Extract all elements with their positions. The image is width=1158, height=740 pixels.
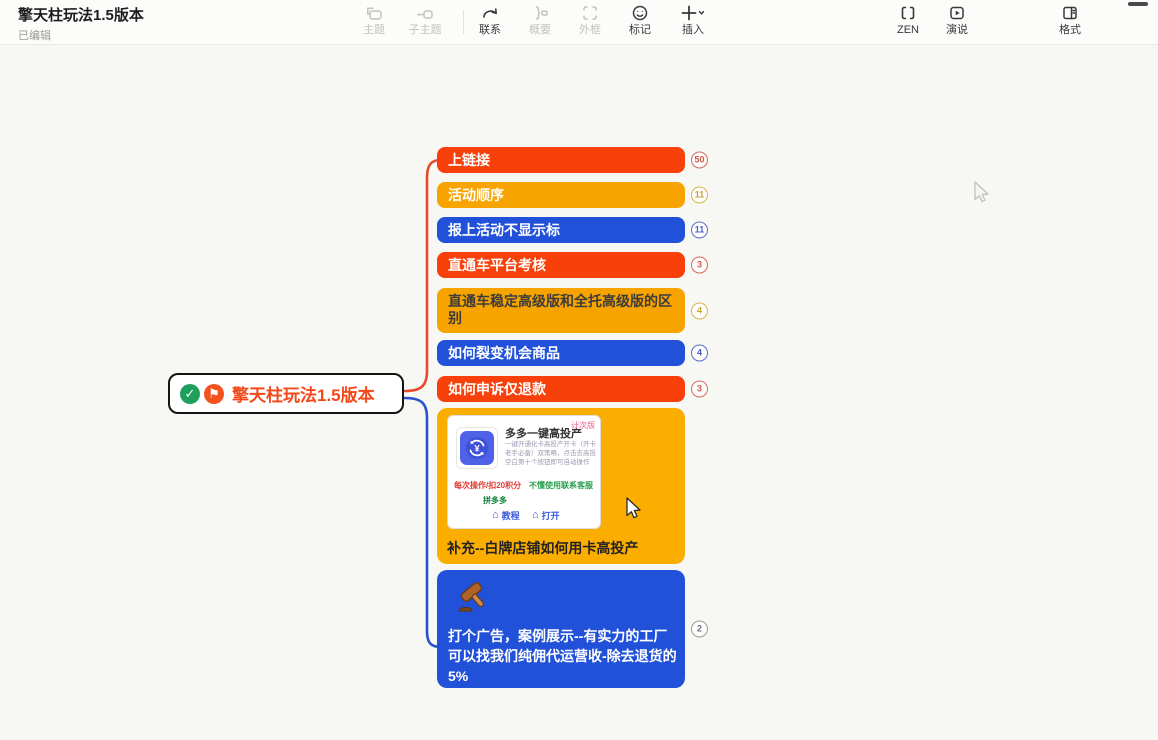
document-info: 擎天柱玩法1.5版本 已编辑	[18, 4, 144, 43]
theme-icon	[364, 3, 384, 23]
image-branch-topic[interactable]: ¥ 多多一键高投产 计次版 一键开通化卡高投产开卡（开卡老手必备）双策略，点击去…	[437, 408, 685, 564]
flag-circle-icon[interactable]: ⚑	[204, 384, 224, 404]
marker-smiley-icon	[630, 3, 650, 23]
branch-label: 如何申诉仅退款	[448, 379, 546, 399]
format-panel-icon	[1060, 3, 1080, 23]
toolbar-label: 联系	[479, 24, 501, 36]
toolbar-label: 标记	[629, 24, 651, 36]
branch-topic[interactable]: 报上活动不显示标 11	[437, 217, 685, 243]
ad-branch-text: 打个广告，案例展示--有实力的工厂可以找我们纯佣代运营收-除去退货的5%	[448, 626, 678, 686]
svg-text:¥: ¥	[474, 444, 480, 455]
count-badge[interactable]: 11	[691, 222, 708, 239]
app-open-button[interactable]: ⌂ 打开	[532, 509, 560, 522]
app-tutorial-button[interactable]: ⌂ 教程	[492, 509, 520, 522]
document-status: 已编辑	[18, 27, 144, 43]
app-icon-frame: ¥	[456, 427, 498, 469]
app-card-description: 一键开通化卡高投产开卡（开卡老手必备）双策略，点击去高投空白第十个按钮即可自动操…	[505, 441, 597, 467]
branch-topic[interactable]: 如何申诉仅退款 3	[437, 376, 685, 402]
app-button-label: 打开	[542, 509, 560, 522]
subtopic-icon	[415, 3, 435, 23]
branch-label: 直通车平台考核	[448, 255, 546, 275]
root-topic[interactable]: ✓ ⚑ 擎天柱玩法1.5版本	[168, 373, 404, 414]
mindmap-canvas[interactable]: ✓ ⚑ 擎天柱玩法1.5版本 上链接 50 活动顺序 11 报上活动不显示标 1…	[0, 45, 1158, 740]
toolbar-label: ZEN	[897, 24, 919, 36]
zen-brackets-icon	[898, 3, 918, 23]
toolbar-label: 外框	[579, 24, 601, 36]
branch-label: 直通车稳定高级版和全托高级版的区别	[448, 293, 674, 327]
branch-label: 活动顺序	[448, 185, 504, 205]
toolbar-button-boundary[interactable]: 外框	[566, 3, 614, 43]
count-badge[interactable]: 3	[691, 257, 708, 274]
count-badge[interactable]: 3	[691, 381, 708, 398]
house-icon: ⌂	[492, 510, 499, 521]
toolbar-label: 子主题	[409, 24, 442, 36]
titlebar: 擎天柱玩法1.5版本 已编辑 主题 子主题 联系 概要	[0, 0, 1158, 45]
toolbar-button-relationship[interactable]: 联系	[466, 3, 514, 43]
toolbar-button-present[interactable]: 演说	[933, 3, 981, 43]
toolbar-button-summary[interactable]: 概要	[516, 3, 564, 43]
count-badge[interactable]: 4	[691, 302, 708, 319]
branch-label: 报上活动不显示标	[448, 220, 560, 240]
toolbar-button-format[interactable]: 格式	[1046, 3, 1094, 43]
branch-topic[interactable]: 直通车平台考核 3	[437, 252, 685, 278]
relationship-icon	[480, 3, 500, 23]
house-icon: ⌂	[532, 510, 539, 521]
branch-label: 如何裂变机会商品	[448, 343, 560, 363]
count-badge[interactable]: 2	[691, 621, 708, 638]
play-presentation-icon	[947, 3, 967, 23]
toolbar-label: 插入	[682, 24, 704, 36]
branch-topic[interactable]: 如何裂变机会商品 4	[437, 340, 685, 366]
toolbar-label: 概要	[529, 24, 551, 36]
toolbar-label: 演说	[946, 24, 968, 36]
check-circle-icon[interactable]: ✓	[180, 384, 200, 404]
branch-label: 上链接	[448, 150, 490, 170]
app-card-platform: 拼多多	[483, 495, 507, 506]
toolbar-button-marker[interactable]: 标记	[616, 3, 664, 43]
app-card-price-note: 每次操作/扣20积分	[454, 480, 521, 491]
count-badge[interactable]: 4	[691, 345, 708, 362]
toolbar-button-subtopic[interactable]: 子主题	[401, 3, 449, 43]
branch-topic[interactable]: 活动顺序 11	[437, 182, 685, 208]
image-branch-caption: 补充--白牌店铺如何用卡高投产	[447, 538, 638, 558]
app-card-help-note: 不懂使用联系客服	[529, 480, 593, 491]
count-badge[interactable]: 11	[691, 187, 708, 204]
app-card-tag: 计次版	[571, 420, 595, 431]
count-badge[interactable]: 50	[691, 152, 708, 169]
toolbar-label: 格式	[1059, 24, 1081, 36]
app-button-label: 教程	[502, 509, 520, 522]
root-topic-label: 擎天柱玩法1.5版本	[232, 381, 375, 406]
gavel-icon	[453, 579, 493, 622]
boundary-icon	[580, 3, 600, 23]
document-title: 擎天柱玩法1.5版本	[18, 4, 144, 25]
window-notch	[1128, 2, 1148, 6]
toolbar-label: 主题	[363, 24, 385, 36]
toolbar-button-theme[interactable]: 主题	[350, 3, 398, 43]
embedded-app-card: ¥ 多多一键高投产 计次版 一键开通化卡高投产开卡（开卡老手必备）双策略，点击去…	[447, 415, 601, 529]
ghost-cursor	[973, 181, 991, 212]
branch-topic[interactable]: 上链接 50	[437, 147, 685, 173]
ad-branch-topic[interactable]: 打个广告，案例展示--有实力的工厂可以找我们纯佣代运营收-除去退货的5% 2	[437, 570, 685, 688]
summary-icon	[530, 3, 550, 23]
insert-plus-icon	[680, 3, 706, 23]
branch-topic[interactable]: 直通车稳定高级版和全托高级版的区别 4	[437, 288, 685, 333]
toolbar-button-insert[interactable]: 插入	[669, 3, 717, 43]
app-yuan-refresh-icon: ¥	[460, 431, 494, 465]
toolbar-divider	[463, 10, 464, 34]
toolbar-button-zen[interactable]: ZEN	[884, 3, 932, 43]
